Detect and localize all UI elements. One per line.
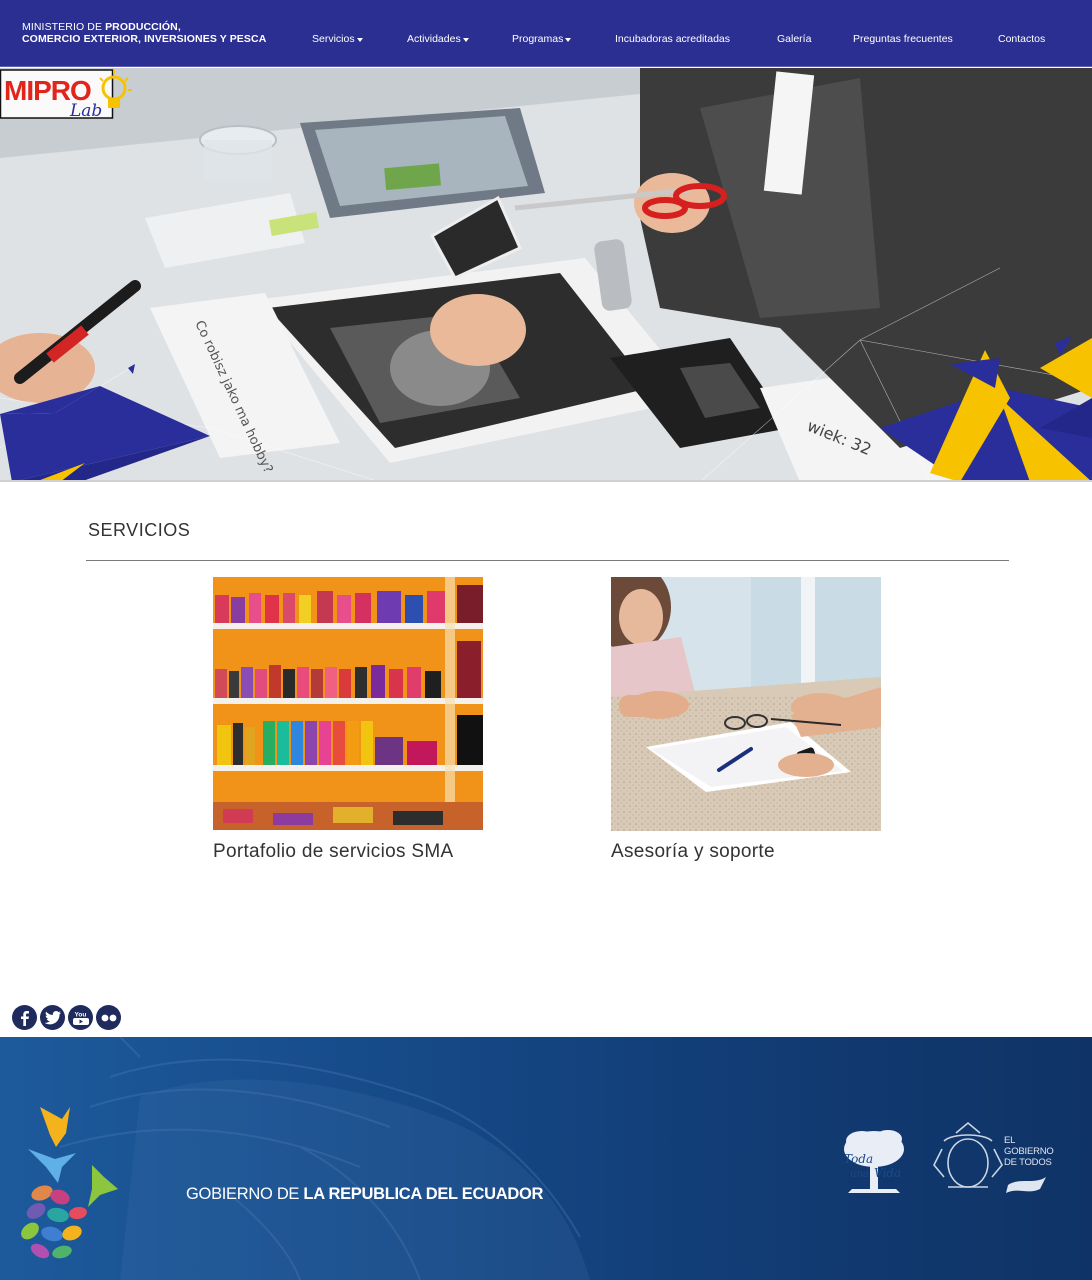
hero-image: Co robisz jako ma hobby? wiek: 32	[0, 68, 1092, 480]
logo-lab-text: Lab	[69, 101, 102, 121]
twitter-icon[interactable]	[40, 1005, 65, 1030]
nav-item-galeria[interactable]: Galería	[777, 33, 811, 45]
site-footer: Toda una Vida GOBIERNO DE LA REPUBLICA D…	[0, 1037, 1092, 1280]
coat-of-arms-watermark: Toda una Vida	[21, 1037, 1046, 1280]
service-caption[interactable]: Portafolio de servicios SMA	[213, 841, 453, 863]
mipro-lab-logo[interactable]: MIPRO Lab	[0, 68, 134, 124]
nav-item-incubadoras[interactable]: Incubadoras acreditadas	[615, 33, 730, 45]
nav-item-label: Programas	[512, 33, 564, 45]
portafolio-image[interactable]	[213, 577, 483, 830]
caret-down-icon	[565, 37, 572, 42]
nav-menu: Servicios Actividades Programas Incubado…	[0, 33, 1092, 47]
nav-item-label: Actividades	[407, 33, 461, 45]
nav-item-label: Galería	[777, 33, 812, 45]
service-caption[interactable]: Asesoría y soporte	[611, 841, 775, 863]
nav-item-preguntas[interactable]: Preguntas frecuentes	[853, 33, 953, 45]
youtube-icon[interactable]: You	[68, 1005, 93, 1030]
toda-vida-word3: Vida	[874, 1166, 901, 1180]
social-links: You	[12, 1005, 121, 1030]
youtube-icon-label: You	[74, 1011, 86, 1018]
hero-banner: Co robisz jako ma hobby? wiek: 32 MIPRO …	[0, 68, 1092, 482]
nav-item-label: Servicios	[312, 33, 355, 45]
caret-down-icon	[462, 37, 469, 42]
ministry-line1-bold: PRODUCCIÓN,	[105, 21, 181, 33]
toda-vida-word1: Toda	[844, 1152, 873, 1166]
facebook-icon[interactable]	[12, 1005, 37, 1030]
top-navbar: MINISTERIO DE PRODUCCIÓN, COMERCIO EXTER…	[0, 0, 1092, 67]
nav-item-servicios[interactable]: Servicios	[312, 33, 363, 45]
nav-item-label: Incubadoras acreditadas	[615, 33, 730, 45]
nav-item-label: Preguntas frecuentes	[853, 33, 953, 45]
caret-down-icon	[356, 37, 363, 42]
gobierno-ecuador-text: GOBIERNO DE LA REPUBLICA DEL ECUADOR	[186, 1185, 544, 1203]
flickr-icon[interactable]	[96, 1005, 121, 1030]
toda-vida-word2: una	[850, 1169, 869, 1180]
nav-item-contactos[interactable]: Contactos	[998, 33, 1045, 45]
section-divider	[86, 560, 1009, 561]
gobierno-de-todos-text: EL GOBIERNO DE TODOS	[1004, 1135, 1054, 1168]
nav-item-actividades[interactable]: Actividades	[407, 33, 469, 45]
asesoria-image[interactable]	[611, 577, 881, 831]
ministry-line1: MINISTERIO DE	[22, 21, 106, 33]
nav-item-label: Contactos	[998, 33, 1046, 45]
nav-item-programas[interactable]: Programas	[512, 33, 572, 45]
section-title-servicios: SERVICIOS	[88, 520, 191, 540]
